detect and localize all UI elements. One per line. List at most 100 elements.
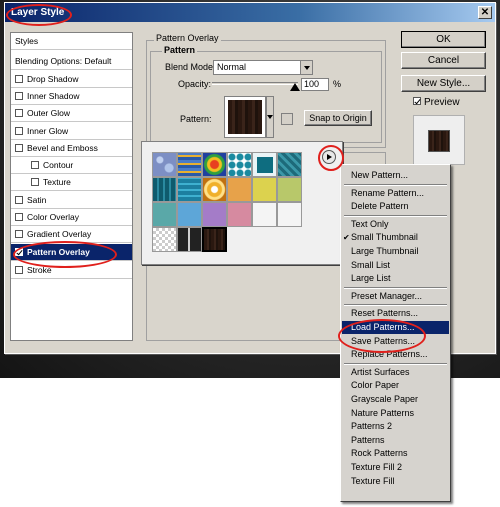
pattern-tile[interactable] [227,177,252,202]
annotation-circle-title [6,4,72,26]
styles-item-blending-options-default[interactable]: Blending Options: Default [11,53,132,70]
pattern-tile[interactable] [252,152,277,177]
styles-item-label: Drop Shadow [27,74,79,84]
styles-item-inner-shadow[interactable]: Inner Shadow [11,88,132,105]
menu-item-text-only[interactable]: Text Only [342,218,449,231]
styles-item-label: Texture [43,177,71,187]
menu-item-grayscale-paper[interactable]: Grayscale Paper [342,393,449,406]
snap-to-origin-button[interactable]: Snap to Origin [304,110,372,126]
checkbox[interactable] [31,177,39,186]
styles-item-label: Inner Glow [27,126,69,136]
menu-item-patterns[interactable]: Patterns [342,434,449,447]
new-preset-icon[interactable] [281,113,293,125]
pattern-swatch[interactable] [224,96,266,138]
close-button[interactable]: ✕ [478,6,492,19]
styles-item-styles[interactable]: Styles [11,33,132,50]
checkbox[interactable] [15,229,23,238]
preview-thumbnail [428,130,450,152]
checkbox[interactable] [15,212,23,221]
checkbox[interactable] [15,265,23,274]
pattern-tile[interactable] [152,177,177,202]
styles-item-inner-glow[interactable]: Inner Glow [11,123,132,140]
menu-item-reset-patterns[interactable]: Reset Patterns... [342,307,449,320]
pattern-tile[interactable] [177,227,202,252]
styles-item-color-overlay[interactable]: Color Overlay [11,209,132,226]
chevron-down-icon[interactable] [300,61,312,74]
menu-item-rock-patterns[interactable]: Rock Patterns [342,447,449,460]
styles-item-label: Contour [43,160,74,170]
menu-item-artist-surfaces[interactable]: Artist Surfaces [342,366,449,379]
menu-item-texture-fill[interactable]: Texture Fill [342,475,449,488]
styles-item-label: Blending Options: Default [15,56,112,66]
pattern-overlay-title: Pattern Overlay [154,33,221,43]
pattern-tile[interactable] [152,227,177,252]
styles-item-outer-glow[interactable]: Outer Glow [11,105,132,122]
pattern-tile[interactable] [277,177,302,202]
pattern-tile[interactable] [277,152,302,177]
annotation-circle-pattern-overlay [13,241,117,268]
checkbox[interactable] [15,91,23,100]
menu-item-large-thumbnail[interactable]: Large Thumbnail [342,245,449,258]
pattern-dropdown-arrow[interactable] [266,96,274,138]
dialog-titlebar: Layer Style ✕ [5,3,495,22]
styles-item-label: Satin [27,195,47,205]
styles-item-satin[interactable]: Satin [11,192,132,209]
pattern-tile[interactable] [202,152,227,177]
menu-item-delete-pattern[interactable]: Delete Pattern [342,200,449,213]
opacity-slider-thumb[interactable] [290,78,300,91]
checkbox[interactable] [15,126,23,135]
checkbox[interactable] [15,108,23,117]
pattern-tile[interactable] [227,152,252,177]
menu-item-large-list[interactable]: Large List [342,272,449,285]
styles-item-label: Outer Glow [27,108,70,118]
styles-item-label: Bevel and Emboss [27,143,98,153]
pattern-tile[interactable] [152,202,177,227]
pattern-tile[interactable] [202,177,227,202]
checkbox[interactable] [15,143,23,152]
menu-item-new-pattern[interactable]: New Pattern... [342,169,449,182]
pattern-tile[interactable] [177,152,202,177]
styles-item-bevel-and-emboss[interactable]: Bevel and Emboss [11,140,132,157]
blend-mode-label: Blend Mode: [165,62,216,72]
checkbox[interactable] [15,74,23,83]
menu-item-small-list[interactable]: Small List [342,259,449,272]
menu-item-texture-fill-2[interactable]: Texture Fill 2 [342,461,449,474]
menu-item-patterns-2[interactable]: Patterns 2 [342,420,449,433]
preview-toggle[interactable]: Preview [413,97,460,108]
menu-separator [344,286,447,289]
menu-item-nature-patterns[interactable]: Nature Patterns [342,407,449,420]
opacity-input[interactable]: 100 [301,78,329,91]
ok-button[interactable]: OK [401,31,486,48]
pattern-tile[interactable] [202,227,227,252]
styles-item-label: Styles [15,36,39,46]
menu-item-color-paper[interactable]: Color Paper [342,379,449,392]
opacity-unit: % [333,79,342,89]
pattern-label: Pattern: [180,114,212,124]
pattern-tile[interactable] [152,152,177,177]
opacity-slider-track[interactable] [212,82,298,85]
styles-item-contour[interactable]: Contour [11,157,132,174]
cancel-button[interactable]: Cancel [401,52,486,69]
menu-item-rename-pattern[interactable]: Rename Pattern... [342,187,449,200]
pattern-tile[interactable] [277,202,302,227]
styles-item-texture[interactable]: Texture [11,174,132,191]
pattern-tile[interactable] [252,177,277,202]
styles-item-label: Gradient Overlay [27,229,92,239]
styles-list: Styles Blending Options: Default Drop Shad… [10,32,133,341]
pattern-tile[interactable] [177,202,202,227]
pattern-tile[interactable] [252,202,277,227]
checkbox[interactable] [31,160,39,169]
styles-item-label: Color Overlay [27,212,79,222]
new-style-button[interactable]: New Style... [401,75,486,92]
pattern-tile[interactable] [177,177,202,202]
preview-label: Preview [424,97,460,108]
menu-item-preset-manager[interactable]: Preset Manager... [342,290,449,303]
menu-item-small-thumbnail[interactable]: Small Thumbnail [342,231,449,244]
blend-mode-select[interactable]: Normal [213,60,313,75]
styles-item-drop-shadow[interactable]: Drop Shadow [11,71,132,88]
pattern-tile[interactable] [202,202,227,227]
preview-checkbox[interactable] [413,97,421,106]
menu-separator [344,183,447,186]
checkbox[interactable] [15,195,23,204]
pattern-tile[interactable] [227,202,252,227]
